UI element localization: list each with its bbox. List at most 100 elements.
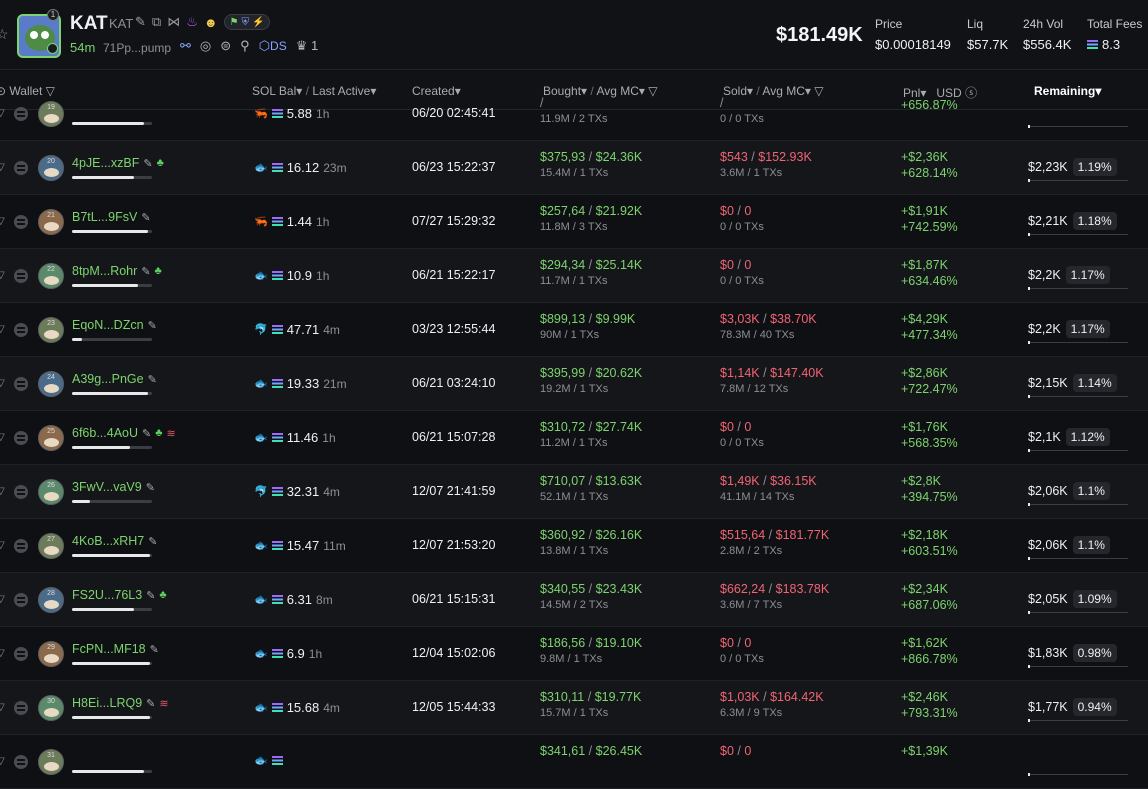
sold-avg-mc: 0 — [744, 636, 752, 650]
filter-icon[interactable]: ▽ — [0, 432, 5, 444]
filter-icon[interactable]: ▽ — [0, 108, 5, 120]
edit-icon[interactable]: ✎ — [135, 14, 146, 30]
avatar[interactable]: 21 — [38, 209, 64, 235]
edit-icon[interactable]: ✎ — [150, 643, 159, 656]
edit-icon[interactable]: ✎ — [148, 373, 157, 386]
row-menu-icon[interactable] — [14, 647, 28, 661]
table-row[interactable]: ▽ 24 A39g...PnGe ✎ 🐟 19.33 21m 06/21 03:… — [0, 357, 1148, 411]
fire-icon[interactable]: ♨ — [186, 14, 198, 30]
remaining-bar — [1028, 773, 1128, 776]
row-menu-icon[interactable] — [14, 431, 28, 445]
wallet-link[interactable]: 4pJE...xzBF ✎ ♣ — [72, 156, 164, 170]
edit-icon[interactable]: ✎ — [146, 589, 155, 602]
table-row[interactable]: ▽ 20 4pJE...xzBF ✎ ♣ 🐟 16.12 23m 06/23 1… — [0, 141, 1148, 195]
filter-icon[interactable]: ▽ — [0, 486, 5, 498]
copy-icon[interactable]: ⧉ — [152, 14, 161, 30]
holders-link[interactable]: ♛ 1 — [296, 38, 319, 54]
wallet-link[interactable]: H8Ei...LRQ9 ✎ ≋ — [72, 696, 169, 710]
avatar[interactable]: 28 — [38, 587, 64, 613]
badges-pill[interactable]: ⚑ ⛨ ⚡ — [223, 14, 271, 30]
edit-icon[interactable]: ✎ — [142, 427, 151, 440]
filter-icon[interactable]: ▽ — [0, 216, 5, 228]
filter-icon[interactable]: ▽ — [0, 648, 5, 660]
edit-icon[interactable]: ✎ — [143, 157, 152, 170]
edit-icon[interactable]: ✎ — [141, 211, 150, 224]
table-row[interactable]: ▽ 27 4KoB...xRH7 ✎ 🐟 15.47 11m 12/07 21:… — [0, 519, 1148, 573]
wallet-link[interactable]: FS2U...76L3 ✎ ♣ — [72, 588, 167, 602]
wallet-link[interactable]: 8tpM...Rohr ✎ ♣ — [72, 264, 162, 278]
row-menu-icon[interactable] — [14, 323, 28, 337]
globe-icon[interactable]: ◎ — [200, 38, 211, 54]
table-row[interactable]: ▽ 23 EqoN...DZcn ✎ 🐬 47.71 4m 03/23 12:5… — [0, 303, 1148, 357]
remaining-percent: 0.98% — [1072, 644, 1117, 662]
bundle-icon[interactable]: ⚯ — [180, 38, 191, 54]
edit-icon[interactable]: ✎ — [146, 481, 155, 494]
table-row[interactable]: ▽ 31 🐟 $341,61 / $26.45K $0 / 0 +$1,39K — [0, 735, 1148, 789]
share-icon[interactable]: ⋈ — [167, 14, 180, 30]
row-menu-icon[interactable] — [14, 107, 28, 121]
table-row[interactable]: ▽ 28 FS2U...76L3 ✎ ♣ 🐟 6.31 8m 06/21 15:… — [0, 573, 1148, 627]
row-menu-icon[interactable] — [14, 593, 28, 607]
dexscreener-link[interactable]: ⬡DS — [259, 38, 287, 54]
wallet-link[interactable]: 4KoB...xRH7 ✎ — [72, 534, 157, 548]
avatar[interactable]: 31 — [38, 749, 64, 775]
token-address[interactable]: 71Pp...pump — [103, 41, 171, 55]
table-row[interactable]: ▽ 22 8tpM...Rohr ✎ ♣ 🐟 10.9 1h 06/21 15:… — [0, 249, 1148, 303]
filter-icon[interactable]: ▽ — [0, 756, 5, 768]
edit-icon[interactable]: ✎ — [148, 319, 157, 332]
wallet-address: 4pJE...xzBF — [72, 156, 140, 170]
edit-icon[interactable]: ✎ — [141, 265, 150, 278]
frog-icon: ♣ — [155, 427, 163, 439]
wallet-link[interactable]: FcPN...MF18 ✎ — [72, 642, 159, 656]
flag-icon: ⚑ — [229, 16, 239, 28]
sol-icon — [1087, 40, 1098, 49]
wallet-link[interactable]: B7tL...9FsV ✎ — [72, 210, 151, 224]
row-menu-icon[interactable] — [14, 377, 28, 391]
filter-icon[interactable]: ▽ — [0, 270, 5, 282]
filter-icon[interactable]: ▽ — [0, 594, 5, 606]
wallet-link[interactable]: EqoN...DZcn ✎ — [72, 318, 157, 332]
table-row[interactable]: ▽ 30 H8Ei...LRQ9 ✎ ≋ 🐟 15.68 4m 12/05 15… — [0, 681, 1148, 735]
avatar[interactable]: 23 — [38, 317, 64, 343]
edit-icon[interactable]: ✎ — [146, 697, 155, 710]
avatar[interactable]: 22 — [38, 263, 64, 289]
remaining-bar — [1028, 611, 1128, 614]
sol-icon — [271, 379, 283, 388]
wallet-link[interactable]: 3FwV...vaV9 ✎ — [72, 480, 155, 494]
avatar[interactable]: 25 — [38, 425, 64, 451]
remaining-usd: $1,77K — [1028, 700, 1068, 714]
filter-icon[interactable]: ▽ — [0, 540, 5, 552]
row-menu-icon[interactable] — [14, 539, 28, 553]
star-icon[interactable]: ☆ — [0, 26, 9, 43]
avatar[interactable]: 29 — [38, 641, 64, 667]
filter-icon[interactable]: ▽ — [0, 324, 5, 336]
search-icon[interactable]: ⚲ — [240, 38, 250, 54]
row-menu-icon[interactable] — [14, 485, 28, 499]
row-menu-icon[interactable] — [14, 269, 28, 283]
avatar[interactable]: 30 — [38, 695, 64, 721]
avatar[interactable]: 27 — [38, 533, 64, 559]
table-row[interactable]: ▽ 29 FcPN...MF18 ✎ 🐟 6.9 1h 12/04 15:02:… — [0, 627, 1148, 681]
avatar[interactable]: 24 — [38, 371, 64, 397]
bought-avg-mc: $21.92K — [595, 204, 643, 218]
table-row[interactable]: ▽ 26 3FwV...vaV9 ✎ 🐬 32.31 4m 12/07 21:4… — [0, 465, 1148, 519]
row-menu-icon[interactable] — [14, 755, 28, 769]
table-row[interactable]: ▽ 21 B7tL...9FsV ✎ 🦐 1.44 1h 07/27 15:29… — [0, 195, 1148, 249]
avatar[interactable]: 20 — [38, 155, 64, 181]
wallet-link[interactable]: 6f6b...4AoU ✎ ♣ ≋ — [72, 426, 176, 440]
table-row[interactable]: ▽ 25 6f6b...4AoU ✎ ♣ ≋ 🐟 11.46 1h 06/21 … — [0, 411, 1148, 465]
sol-balance: 🐟 19.33 21m — [254, 376, 347, 391]
filter-icon[interactable]: ▽ — [0, 378, 5, 390]
row-menu-icon[interactable] — [14, 161, 28, 175]
wallet-link[interactable]: A39g...PnGe ✎ — [72, 372, 157, 386]
row-menu-icon[interactable] — [14, 215, 28, 229]
edit-icon[interactable]: ✎ — [148, 535, 157, 548]
users-icon[interactable]: ☻ — [204, 15, 218, 30]
row-menu-icon[interactable] — [14, 701, 28, 715]
table-row[interactable]: ▽ 19 🦐 5.88 1h 06/20 02:45:41 / 11.9M / … — [0, 87, 1148, 141]
filter-icon[interactable]: ▽ — [0, 162, 5, 174]
avatar[interactable]: 19 — [38, 101, 64, 127]
avatar[interactable]: 26 — [38, 479, 64, 505]
menu-circle-icon[interactable]: ⊜ — [220, 38, 231, 54]
filter-icon[interactable]: ▽ — [0, 702, 5, 714]
